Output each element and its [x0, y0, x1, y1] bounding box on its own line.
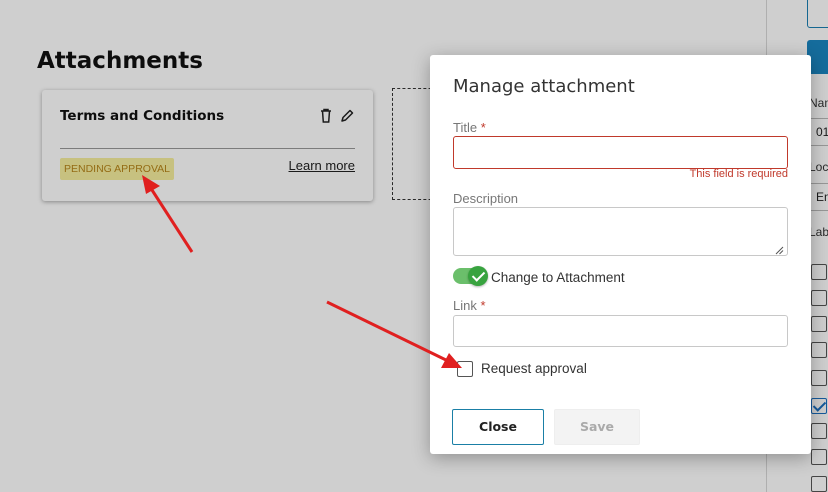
title-error-message: This field is required: [689, 168, 788, 180]
toggle-check-icon: [468, 266, 488, 286]
link-field-label: Link *: [453, 298, 486, 313]
description-field-label: Description: [453, 191, 519, 206]
change-to-attachment-toggle[interactable]: [453, 266, 488, 286]
title-input[interactable]: [453, 136, 788, 169]
required-marker: *: [480, 120, 486, 135]
resize-grip-icon[interactable]: [775, 243, 784, 255]
title-field-label: Title *: [453, 120, 486, 135]
request-approval-checkbox[interactable]: [457, 361, 473, 377]
title-label-text: Title: [453, 120, 478, 135]
description-textarea[interactable]: [453, 207, 788, 256]
save-button[interactable]: Save: [554, 409, 640, 445]
dialog-title: Manage attachment: [453, 76, 635, 97]
link-input[interactable]: [453, 315, 788, 347]
link-label-text: Link: [453, 298, 477, 313]
required-marker: *: [480, 298, 486, 313]
close-button[interactable]: Close: [452, 409, 544, 445]
manage-attachment-dialog: Manage attachment Title * This field is …: [430, 55, 811, 454]
toggle-label: Change to Attachment: [491, 270, 625, 285]
request-approval-label[interactable]: Request approval: [481, 361, 587, 376]
